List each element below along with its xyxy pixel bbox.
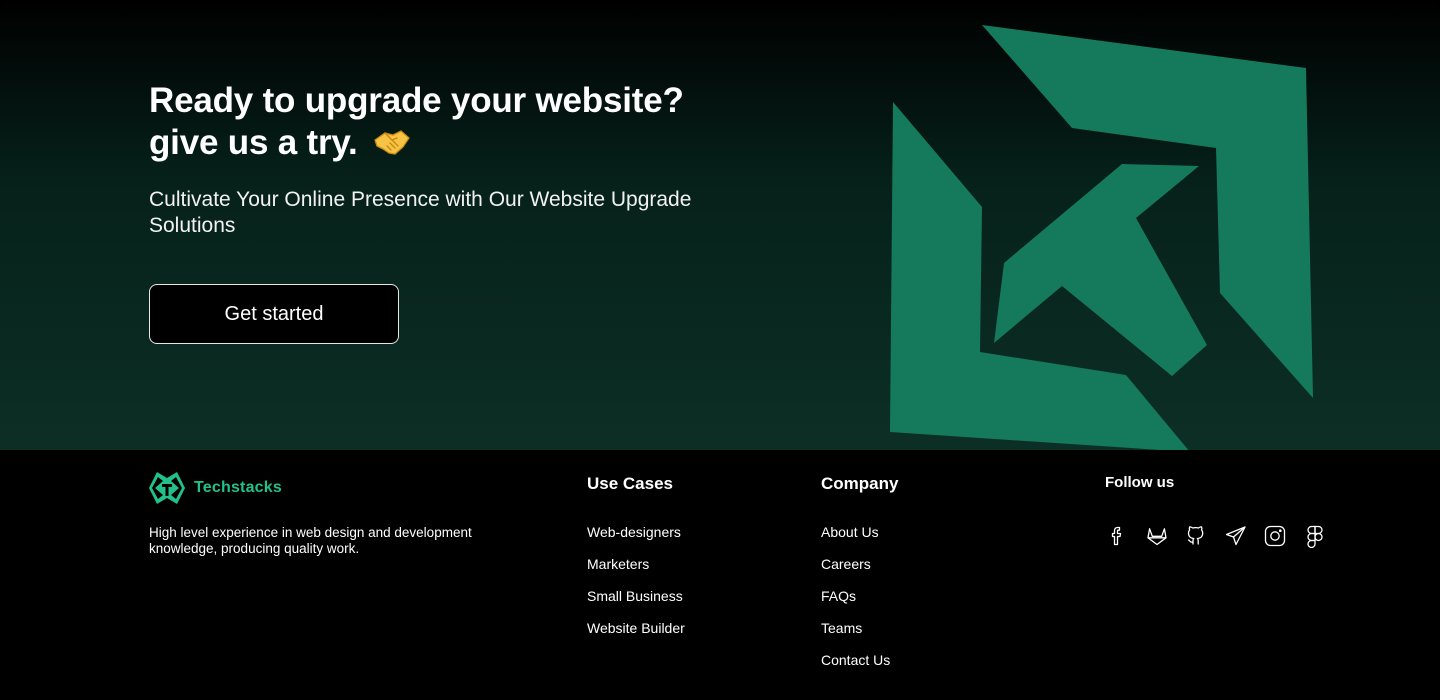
cta-title-line2: give us a try.: [149, 123, 358, 162]
use-cases-heading: Use Cases: [587, 474, 674, 493]
footer-company: Company About Us Careers FAQs Teams Cont…: [821, 474, 898, 684]
footer-follow: Follow us: [1105, 474, 1342, 548]
footer-link-website-builder[interactable]: Website Builder: [587, 620, 685, 637]
figma-icon[interactable]: [1303, 524, 1327, 548]
social-links: [1105, 524, 1342, 548]
footer-link-small-business[interactable]: Small Business: [587, 588, 685, 605]
footer-link-web-designers[interactable]: Web-designers: [587, 524, 685, 541]
techstacks-logo-icon: [149, 472, 185, 504]
facebook-icon[interactable]: [1105, 524, 1129, 548]
cta-title-line1: Ready to upgrade your website?: [149, 81, 684, 120]
footer-link-careers[interactable]: Careers: [821, 556, 898, 573]
telegram-icon[interactable]: [1224, 524, 1248, 548]
brand-name: Techstacks: [194, 479, 282, 496]
brand[interactable]: Techstacks: [149, 472, 282, 504]
brand-tagline: High level experience in web design and …: [149, 525, 472, 556]
footer-link-marketers[interactable]: Marketers: [587, 556, 685, 573]
techstacks-mark-graphic: [890, 25, 1313, 450]
get-started-button[interactable]: Get started: [149, 284, 399, 344]
handshake-icon: [374, 130, 410, 155]
github-icon[interactable]: [1184, 524, 1208, 548]
footer-link-about-us[interactable]: About Us: [821, 524, 898, 541]
footer-link-teams[interactable]: Teams: [821, 620, 898, 637]
footer-link-faqs[interactable]: FAQs: [821, 588, 898, 605]
gitlab-icon[interactable]: [1145, 524, 1169, 548]
instagram-icon[interactable]: [1263, 524, 1287, 548]
company-heading: Company: [821, 474, 899, 493]
cta-title: Ready to upgrade your website? give us a…: [149, 80, 769, 164]
cta-banner: Ready to upgrade your website? give us a…: [0, 0, 1440, 450]
cta-subtitle: Cultivate Your Online Presence with Our …: [149, 188, 692, 237]
footer-link-contact-us[interactable]: Contact Us: [821, 652, 898, 669]
footer-use-cases: Use Cases Web-designers Marketers Small …: [587, 474, 685, 652]
follow-heading: Follow us: [1105, 474, 1175, 491]
site-footer: Techstacks High level experience in web …: [0, 450, 1440, 700]
